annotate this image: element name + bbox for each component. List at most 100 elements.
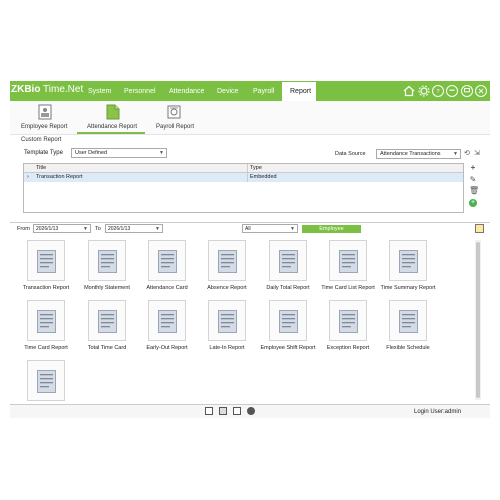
delete-icon[interactable]: 🗑 (469, 187, 479, 195)
report-card[interactable] (329, 240, 367, 281)
report-document-icon (339, 250, 358, 273)
logo-prefix: ZKBio (11, 84, 41, 95)
scope-select[interactable]: All ▼ (242, 224, 298, 233)
report-label[interactable]: Absence Report (192, 285, 262, 291)
nav-system[interactable]: System (88, 88, 111, 95)
nav-device[interactable]: Device (217, 88, 238, 95)
row-type: Embedded (250, 174, 277, 180)
from-date-value: 2026/1/13 (36, 226, 59, 232)
nav-attendance[interactable]: Attendance (169, 88, 204, 95)
report-document-icon (339, 310, 358, 333)
template-type-label: Template Type (24, 150, 63, 156)
restore-icon[interactable] (461, 85, 473, 97)
table-row[interactable] (24, 173, 463, 182)
template-type-select[interactable]: User Defined ▼ (71, 148, 167, 158)
report-document-icon (37, 370, 56, 393)
template-type-value: User Defined (75, 150, 108, 156)
refresh-icon[interactable]: ⟲ (464, 149, 472, 157)
plus-icon[interactable]: + (469, 164, 477, 172)
nav-payroll[interactable]: Payroll (253, 88, 274, 95)
help-icon[interactable]: ? (432, 85, 444, 97)
report-card[interactable] (27, 300, 65, 341)
payroll-report-tab[interactable]: Payroll Report (156, 124, 194, 130)
login-user-text: Login User:admin (414, 409, 462, 415)
logo-suffix: Time.Net (40, 84, 84, 95)
scope-value: All (245, 226, 251, 232)
report-card[interactable] (27, 360, 65, 401)
report-card[interactable] (208, 300, 246, 341)
report-document-icon (279, 310, 298, 333)
chevron-down-icon: ▼ (159, 150, 164, 156)
report-document-icon (399, 250, 418, 273)
payroll-report-icon[interactable] (167, 104, 181, 120)
close-icon[interactable] (475, 85, 487, 97)
report-document-icon (399, 310, 418, 333)
report-document-icon (279, 250, 298, 273)
nav-report[interactable]: Report (290, 88, 311, 95)
report-card[interactable] (148, 240, 186, 281)
report-label[interactable]: Time Summary Report (373, 285, 443, 291)
pie-icon[interactable] (247, 407, 255, 415)
settings-icon[interactable] (418, 85, 430, 97)
data-source-select[interactable]: Attendance Transactions ▼ (376, 149, 461, 159)
card-icon[interactable] (205, 407, 213, 415)
from-label: From (17, 226, 30, 232)
report-card[interactable] (389, 240, 427, 281)
attendance-report-tab[interactable]: Attendance Report (87, 124, 137, 130)
row-marker: › (27, 174, 29, 180)
report-card[interactable] (208, 240, 246, 281)
report-document-icon (98, 250, 117, 273)
report-document-icon (37, 310, 56, 333)
report-label[interactable]: Transaction Report (11, 285, 81, 291)
chevron-down-icon: ▼ (290, 226, 295, 232)
add-green-icon[interactable]: + (469, 199, 477, 207)
report-document-icon (98, 310, 117, 333)
report-card[interactable] (88, 240, 126, 281)
report-document-icon (37, 250, 56, 273)
svg-text:?: ? (436, 89, 440, 95)
data-source-label: Data Source (335, 151, 366, 157)
chevron-down-icon: ▼ (453, 151, 458, 157)
column-header-type[interactable]: Type (250, 165, 262, 171)
report-card[interactable] (269, 300, 307, 341)
report-document-icon (158, 310, 177, 333)
report-card[interactable] (329, 300, 367, 341)
custom-report-title: Custom Report (21, 137, 62, 143)
data-source-value: Attendance Transactions (380, 151, 441, 157)
copy-icon[interactable] (233, 407, 241, 415)
report-card[interactable] (148, 300, 186, 341)
scrollbar-thumb[interactable] (476, 242, 480, 398)
report-document-icon (218, 310, 237, 333)
attendance-report-icon[interactable] (106, 104, 120, 120)
home-icon[interactable] (403, 85, 415, 97)
from-date-input[interactable]: 2026/1/13 ▼ (33, 224, 91, 233)
to-date-input[interactable]: 2026/1/13 ▼ (105, 224, 163, 233)
employee-report-icon[interactable] (38, 104, 52, 120)
grid-header (24, 164, 463, 173)
app-logo: ZKBio Time.Net (11, 84, 83, 95)
report-card[interactable] (389, 300, 427, 341)
column-header-title[interactable]: Title (36, 165, 46, 171)
active-tab-underline (77, 132, 145, 134)
report-subtoolbar (10, 101, 490, 135)
export-excel-icon[interactable] (475, 224, 484, 233)
export-icon[interactable]: ⇲ (474, 149, 482, 157)
report-card[interactable] (88, 300, 126, 341)
report-label[interactable]: Time Card Report (11, 345, 81, 351)
minimize-icon[interactable] (446, 85, 458, 97)
to-date-value: 2026/1/13 (108, 226, 131, 232)
report-card[interactable] (269, 240, 307, 281)
employee-button[interactable]: Employee (302, 225, 361, 233)
report-label[interactable]: Late-In Report (192, 345, 262, 351)
report-card[interactable] (27, 240, 65, 281)
report-label[interactable]: Flexible Schedule (373, 345, 443, 351)
nav-personnel[interactable]: Personnel (124, 88, 156, 95)
chevron-down-icon: ▼ (83, 226, 88, 232)
edit-icon[interactable]: ✎ (469, 176, 477, 184)
report-document-icon (218, 250, 237, 273)
row-title: Transaction Report (36, 174, 83, 180)
chevron-down-icon: ▼ (155, 226, 160, 232)
employee-report-tab[interactable]: Employee Report (21, 124, 67, 130)
to-label: To (95, 226, 101, 232)
report-icon[interactable] (219, 407, 227, 415)
